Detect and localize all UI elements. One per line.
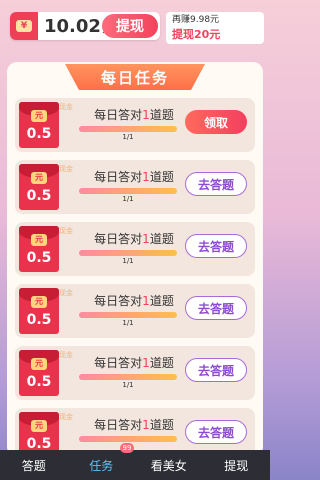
task-row: 元 0.5 现金 每日答对1道题 1/1 领取 — [15, 98, 255, 152]
coin-icon: 元 — [31, 110, 47, 122]
task-row: 元 0.5 现金 每日答对1道题 1/1 去答题 — [15, 222, 255, 276]
red-envelope-icon: 元 0.5 — [19, 102, 59, 148]
task-action-button[interactable]: 领取 — [185, 110, 247, 134]
task-action-button[interactable]: 去答题 — [185, 172, 247, 196]
progress-text: 1/1 — [122, 257, 134, 265]
task-row: 元 0.5 现金 每日答对1道题 1/1 去答题 — [15, 284, 255, 338]
task-title: 每日答对1道题 — [94, 170, 174, 184]
tab-2[interactable]: 看美女 — [135, 450, 203, 480]
task-title: 每日答对1道题 — [94, 294, 174, 308]
progress-text: 1/1 — [122, 319, 134, 327]
task-action-button[interactable]: 去答题 — [185, 420, 247, 444]
promo-line1: 再赚9.98元 — [172, 15, 220, 25]
progress-fill — [79, 436, 177, 442]
coin-icon: 元 — [31, 296, 47, 308]
reward-tag: 现金 — [59, 289, 73, 297]
reward-tag: 现金 — [59, 413, 73, 421]
red-envelope-icon: 元 0.5 — [19, 226, 59, 272]
red-envelope-icon: 元 0.5 — [19, 164, 59, 210]
task-progress — [79, 312, 177, 318]
tab-3[interactable]: 提现 — [203, 450, 271, 480]
tab-1[interactable]: 任务 99 — [68, 443, 136, 480]
progress-fill — [79, 188, 177, 194]
reward-tag: 现金 — [59, 227, 73, 235]
reward-tag: 现金 — [59, 165, 73, 173]
tab-label: 看美女 — [150, 458, 187, 473]
task-progress — [79, 374, 177, 380]
tab-label: 任务 — [89, 458, 114, 473]
task-title: 每日答对1道题 — [94, 356, 174, 370]
task-progress — [79, 188, 177, 194]
progress-fill — [79, 312, 177, 318]
daily-tasks-panel: 每日任务 元 0.5 现金 每日答对1道题 1/1 领取 元 0.5 现金 每日… — [7, 62, 263, 457]
coin-icon: 元 — [31, 172, 47, 184]
coin-icon: 元 — [31, 420, 47, 432]
withdraw-button[interactable]: 提现 — [102, 14, 158, 38]
task-row: 元 0.5 现金 每日答对1道题 1/1 去答题 — [15, 346, 255, 400]
panel-title: 每日任务 — [65, 64, 205, 90]
yuan-icon: ¥ — [16, 20, 32, 32]
bottom-tabbar: 答题 任务 99 看美女 提现 — [0, 443, 271, 480]
reward-tag: 现金 — [59, 103, 73, 111]
task-progress — [79, 126, 177, 132]
wallet-icon: ¥ — [10, 12, 38, 40]
task-action-button[interactable]: 去答题 — [185, 234, 247, 258]
task-title: 每日答对1道题 — [94, 418, 174, 432]
red-envelope-icon: 元 0.5 — [19, 288, 59, 334]
progress-fill — [79, 374, 177, 380]
progress-text: 1/1 — [122, 133, 134, 141]
reward-amount: 0.5 — [26, 126, 52, 142]
promo-card[interactable]: 再赚9.98元 提现20元 — [166, 12, 264, 44]
coin-icon: 元 — [31, 234, 47, 246]
task-progress — [79, 436, 177, 442]
reward-tag: 现金 — [59, 351, 73, 359]
task-title: 每日答对1道题 — [94, 108, 174, 122]
task-progress — [79, 250, 177, 256]
tab-0[interactable]: 答题 — [0, 450, 68, 480]
coin-icon: 元 — [31, 358, 47, 370]
reward-amount: 0.5 — [26, 374, 52, 390]
promo-line2: 提现20元 — [172, 28, 221, 41]
task-action-button[interactable]: 去答题 — [185, 296, 247, 320]
progress-fill — [79, 250, 177, 256]
progress-fill — [79, 126, 177, 132]
task-title: 每日答对1道题 — [94, 232, 174, 246]
reward-amount: 0.5 — [26, 312, 52, 328]
tab-badge: 99 — [119, 443, 135, 453]
tab-label: 答题 — [21, 458, 46, 473]
task-action-button[interactable]: 去答题 — [185, 358, 247, 382]
progress-text: 1/1 — [122, 381, 134, 389]
balance-value: 10.02 — [44, 15, 101, 37]
reward-amount: 0.5 — [26, 188, 52, 204]
task-row: 元 0.5 现金 每日答对1道题 1/1 去答题 — [15, 160, 255, 214]
tab-label: 提现 — [224, 458, 249, 473]
red-envelope-icon: 元 0.5 — [19, 350, 59, 396]
reward-amount: 0.5 — [26, 250, 52, 266]
progress-text: 1/1 — [122, 195, 134, 203]
